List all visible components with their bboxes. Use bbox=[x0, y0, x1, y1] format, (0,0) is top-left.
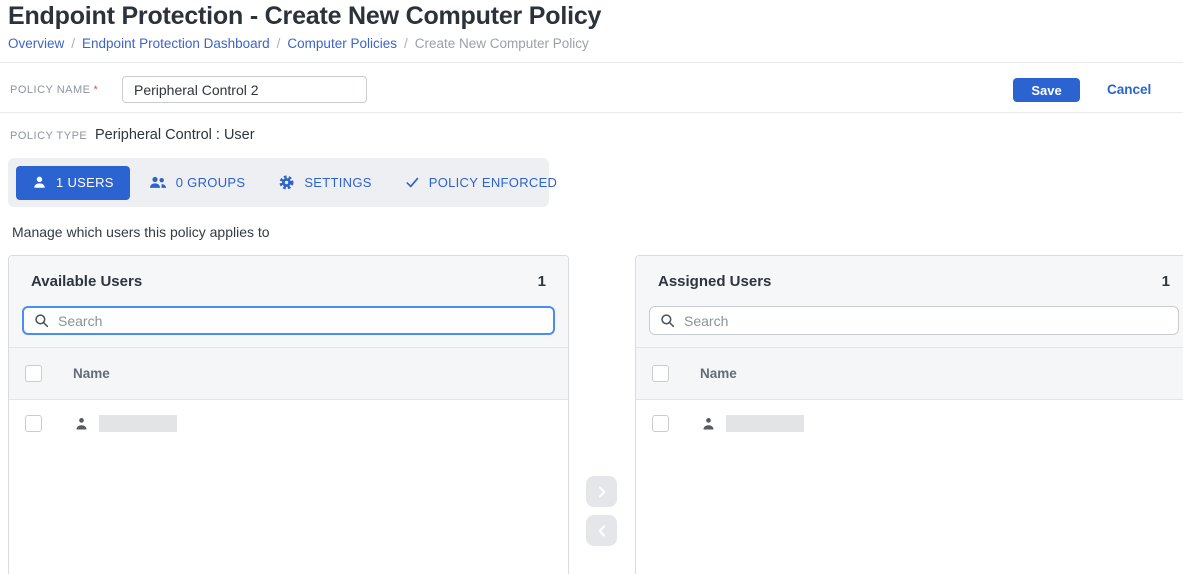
move-to-available-button[interactable] bbox=[586, 515, 617, 546]
user-icon bbox=[32, 175, 47, 190]
user-row-checkbox[interactable] bbox=[25, 415, 42, 432]
breadcrumb-separator: / bbox=[71, 36, 75, 51]
policy-type-value: Peripheral Control : User bbox=[95, 127, 255, 143]
available-users-panel: Available Users 1 Name bbox=[8, 255, 569, 574]
move-to-assigned-button[interactable] bbox=[586, 476, 617, 507]
divider bbox=[0, 62, 1183, 63]
select-all-checkbox[interactable] bbox=[25, 365, 42, 382]
assigned-users-count: 1 bbox=[1162, 273, 1170, 290]
available-users-search-input[interactable] bbox=[58, 313, 543, 329]
search-icon bbox=[34, 313, 49, 328]
assigned-users-header: Assigned Users 1 bbox=[636, 256, 1183, 348]
available-user-row[interactable] bbox=[9, 400, 568, 447]
user-row-checkbox[interactable] bbox=[652, 415, 669, 432]
section-description: Manage which users this policy applies t… bbox=[12, 224, 270, 240]
available-users-title: Available Users bbox=[31, 273, 142, 290]
user-avatar-icon bbox=[702, 417, 715, 431]
assigned-user-row[interactable] bbox=[636, 400, 1183, 447]
chevron-left-icon bbox=[597, 524, 607, 538]
breadcrumb-link-computer-policies[interactable]: Computer Policies bbox=[287, 36, 397, 51]
cancel-button[interactable]: Cancel bbox=[1107, 82, 1151, 97]
tab-settings[interactable]: SETTINGS bbox=[264, 166, 385, 200]
tab-groups[interactable]: 0 GROUPS bbox=[135, 166, 260, 200]
breadcrumb-link-overview[interactable]: Overview bbox=[8, 36, 64, 51]
user-name-redacted bbox=[726, 415, 804, 432]
breadcrumb-separator: / bbox=[404, 36, 408, 51]
required-asterisk: * bbox=[94, 84, 99, 96]
tab-users[interactable]: 1 USERS bbox=[16, 166, 130, 200]
available-users-table-header: Name bbox=[9, 348, 568, 400]
breadcrumb-separator: / bbox=[277, 36, 281, 51]
assigned-users-title: Assigned Users bbox=[658, 273, 771, 290]
available-users-count: 1 bbox=[538, 273, 546, 290]
column-header-name: Name bbox=[700, 366, 737, 381]
breadcrumb-current: Create New Computer Policy bbox=[415, 36, 589, 51]
assigned-users-search-input[interactable] bbox=[684, 313, 1168, 329]
assigned-users-table-header: Name bbox=[636, 348, 1183, 400]
tab-policy-enforced[interactable]: POLICY ENFORCED bbox=[391, 166, 572, 200]
gear-icon bbox=[278, 174, 295, 191]
policy-type-label: POLICY TYPE bbox=[10, 130, 87, 142]
user-avatar-icon bbox=[75, 417, 88, 431]
breadcrumb-link-endpoint-dashboard[interactable]: Endpoint Protection Dashboard bbox=[82, 36, 270, 51]
save-button[interactable]: Save bbox=[1013, 78, 1080, 102]
column-header-name: Name bbox=[73, 366, 110, 381]
divider bbox=[0, 112, 1183, 113]
available-users-header: Available Users 1 bbox=[9, 256, 568, 348]
chevron-right-icon bbox=[597, 485, 607, 499]
assigned-users-panel: Assigned Users 1 Name bbox=[635, 255, 1183, 574]
available-users-search bbox=[22, 306, 555, 335]
breadcrumb: Overview / Endpoint Protection Dashboard / C… bbox=[8, 36, 589, 51]
search-icon bbox=[660, 313, 675, 328]
users-icon bbox=[149, 175, 167, 190]
policy-name-input[interactable] bbox=[122, 76, 367, 103]
assigned-users-search bbox=[649, 306, 1179, 335]
page-title: Endpoint Protection - Create New Compute… bbox=[8, 2, 601, 31]
tab-bar: 1 USERS 0 GROUPS SETTINGS POLICY ENFORCE… bbox=[8, 158, 549, 207]
user-name-redacted bbox=[99, 415, 177, 432]
app-window: Endpoint Protection - Create New Compute… bbox=[0, 0, 1183, 574]
select-all-checkbox[interactable] bbox=[652, 365, 669, 382]
check-icon bbox=[405, 175, 420, 190]
policy-name-label: POLICY NAME* bbox=[10, 84, 98, 96]
